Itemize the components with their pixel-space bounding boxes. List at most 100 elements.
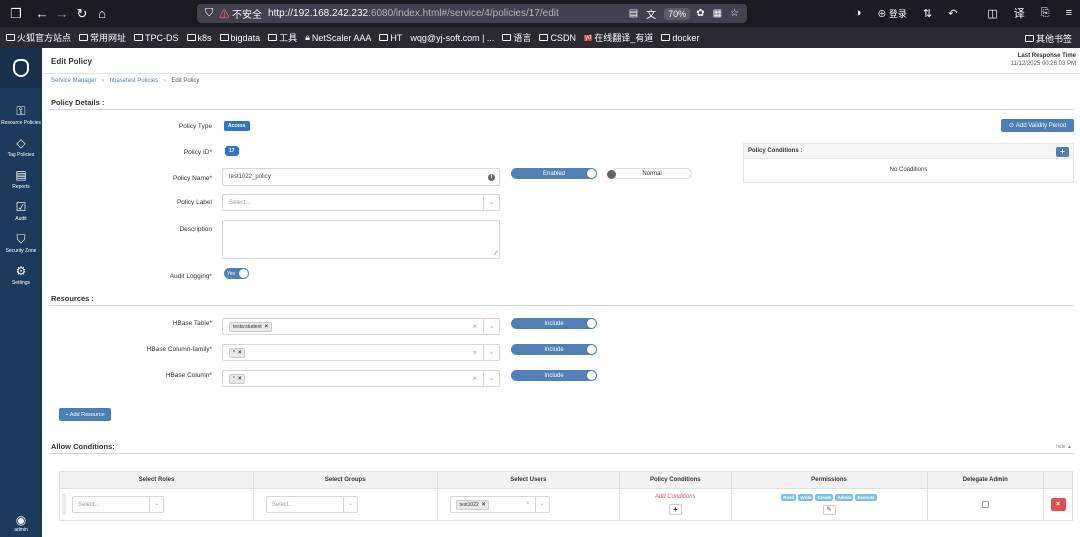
hbase-table-select[interactable]: testa:student × × ⌄ (222, 318, 500, 335)
bookmark-item[interactable]: 工具 (268, 31, 297, 44)
select-users-input[interactable]: test1022 × × ⌄ (449, 496, 550, 513)
extensions-icon[interactable]: ⇅ (923, 7, 932, 20)
breadcrumb-policies[interactable]: hbasetest Policies (110, 78, 158, 84)
policy-name-input[interactable]: test1022_policy (222, 168, 500, 186)
resources-title: Resources : (51, 294, 94, 303)
bookmark-item[interactable]: docker (661, 33, 699, 43)
actions-cell: × (1043, 488, 1073, 521)
bookmark-item[interactable]: 常用网址 (79, 31, 126, 44)
other-bookmarks[interactable]: 其他书签 (1024, 32, 1072, 45)
breadcrumb-service-manager[interactable]: Service Manager (51, 78, 96, 84)
tab-overview-icon[interactable]: ❐ (6, 6, 26, 22)
policy-type-label: Policy Type (178, 123, 212, 130)
sidebar-item-reports[interactable]: ▤ Reports (0, 162, 42, 194)
delete-row-button[interactable]: × (1050, 498, 1066, 511)
bookmark-item[interactable]: bigdata (219, 33, 260, 43)
page-header: Edit Policy Last Response Time 11/12/202… (42, 48, 1080, 74)
hbase-column-include-toggle[interactable]: Include (511, 370, 597, 381)
zoom-level[interactable]: 70% (664, 7, 691, 20)
hbase-table-include-toggle[interactable]: Include (511, 318, 597, 329)
security-indicator[interactable]: ⚠ 不安全 (219, 6, 262, 21)
add-validity-period-button[interactable]: ⊙ Add Validity Period (1001, 119, 1074, 132)
sidebar-item-resource-policies[interactable]: ⚿ Resource Policies (0, 98, 42, 130)
select-roles-input[interactable]: Select... ⌄ (72, 496, 164, 513)
bookmark-item[interactable]: wqg@yj-soft.com | ... (410, 33, 494, 43)
account-button[interactable]: ⊕ 登录 (877, 7, 907, 20)
sidebar-toggle-icon[interactable]: ◫ (987, 7, 997, 20)
ranger-logo[interactable] (0, 48, 42, 88)
bookmark-item[interactable]: k8s (186, 33, 212, 43)
clear-icon[interactable]: × (472, 319, 477, 334)
sidebar-item-tag-policies[interactable]: ◇ Tag Policies (0, 130, 42, 162)
delegate-admin-checkbox[interactable] (981, 501, 989, 508)
shield-icon[interactable]: ⛉ (205, 7, 213, 20)
share-icon[interactable]: ⎘ (1041, 7, 1050, 20)
info-icon[interactable]: i (488, 174, 495, 181)
bookmark-star-icon[interactable]: ☆ (730, 8, 739, 19)
select-groups-input[interactable]: Select... ⌄ (265, 496, 358, 513)
remove-tag-icon[interactable]: × (482, 502, 486, 508)
edit-permissions-icon[interactable]: ✎ (822, 505, 836, 515)
bookmark-item[interactable]: CSDN (539, 33, 576, 43)
audit-logging-toggle[interactable]: Yes (224, 268, 249, 279)
policy-priority-toggle[interactable]: Normal (607, 168, 692, 179)
remove-tag-icon[interactable]: × (265, 324, 269, 330)
policy-label-select[interactable]: Select... ⌄ (222, 194, 500, 211)
sidebar-item-audit[interactable]: ☑ Audit (0, 194, 42, 226)
bookmark-item[interactable]: yd 在线翻译_有道 (583, 31, 653, 44)
clear-icon[interactable]: × (526, 497, 530, 512)
bookmark-item[interactable]: 火狐官方站点 (6, 31, 71, 44)
folder-icon (186, 34, 196, 41)
clear-icon[interactable]: × (472, 345, 477, 360)
home-icon[interactable]: ⌂ (92, 6, 112, 21)
chevron-down-icon[interactable]: ⌄ (483, 345, 499, 360)
policy-conditions-panel: Policy Conditions : + No Conditions (743, 143, 1074, 183)
description-label: Description (179, 226, 212, 233)
remove-tag-icon[interactable]: × (238, 376, 242, 382)
breadcrumb-separator: › (102, 78, 105, 84)
reload-icon[interactable]: ↻ (72, 6, 92, 22)
hide-conditions-link[interactable]: hide ▲ (1056, 444, 1072, 450)
description-textarea[interactable]: ⁄⁄ (222, 220, 500, 259)
toggle-knob (587, 169, 596, 178)
bookmark-item[interactable]: 🔒︎ NetScaler AAA (305, 32, 371, 43)
chevron-down-icon[interactable]: ⌄ (534, 497, 549, 512)
hbase-column-family-include-toggle[interactable]: Include (511, 344, 597, 355)
back-icon[interactable]: ← (32, 6, 52, 21)
add-policy-condition-button[interactable]: + (1056, 147, 1069, 157)
chevron-down-icon[interactable]: ⌄ (483, 319, 499, 334)
permission-tag-create: Create (815, 494, 834, 501)
remove-tag-icon[interactable]: × (238, 350, 242, 356)
translate-ext-icon[interactable]: 译 (1014, 5, 1025, 21)
forward-icon[interactable]: → (52, 6, 72, 21)
extension-icon[interactable]: ✿ (696, 8, 704, 19)
bookmark-item[interactable]: 语言 (502, 31, 531, 44)
chevron-down-icon[interactable]: ⌄ (149, 497, 163, 512)
policy-enabled-toggle[interactable]: Enabled (511, 168, 597, 179)
user-menu[interactable]: ◉ admin (0, 513, 42, 533)
clear-icon[interactable]: × (472, 371, 477, 386)
bookmark-item[interactable]: HT (379, 33, 402, 43)
url-bar[interactable]: ⛉ ⚠ 不安全 http://192.168.242.232 :6080/ind… (197, 4, 747, 23)
add-conditions-link[interactable]: Add Conditions (620, 494, 730, 500)
sidebar-item-settings[interactable]: ⚙ Settings (0, 258, 42, 290)
hbase-column-select[interactable]: * × × ⌄ (222, 370, 500, 387)
folder-icon (134, 34, 144, 41)
chevron-down-icon[interactable]: ⌄ (483, 195, 499, 210)
add-resource-button[interactable]: + Add Resource (59, 408, 111, 421)
reader-view-icon[interactable]: ▤ (629, 8, 638, 19)
sidebar-item-security-zone[interactable]: ⛉ Security Zone (0, 226, 42, 258)
resize-handle-icon[interactable]: ⁄⁄ (495, 251, 497, 257)
translate-icon[interactable]: 文 (646, 6, 656, 21)
vpn-icon[interactable]: ◑ (855, 7, 862, 19)
drag-handle-icon[interactable] (62, 493, 66, 515)
hbase-column-family-select[interactable]: * × × ⌄ (222, 344, 500, 361)
toggle-knob (239, 269, 248, 278)
chevron-down-icon[interactable]: ⌄ (342, 497, 357, 512)
bookmark-item[interactable]: TPC-DS (134, 33, 179, 43)
menu-icon[interactable]: ≡ (1066, 7, 1072, 19)
chevron-down-icon[interactable]: ⌄ (483, 371, 499, 386)
qr-icon[interactable]: ▦ (713, 8, 722, 19)
add-condition-button[interactable]: + (668, 504, 682, 515)
undo-icon[interactable]: ↶ (948, 7, 957, 20)
